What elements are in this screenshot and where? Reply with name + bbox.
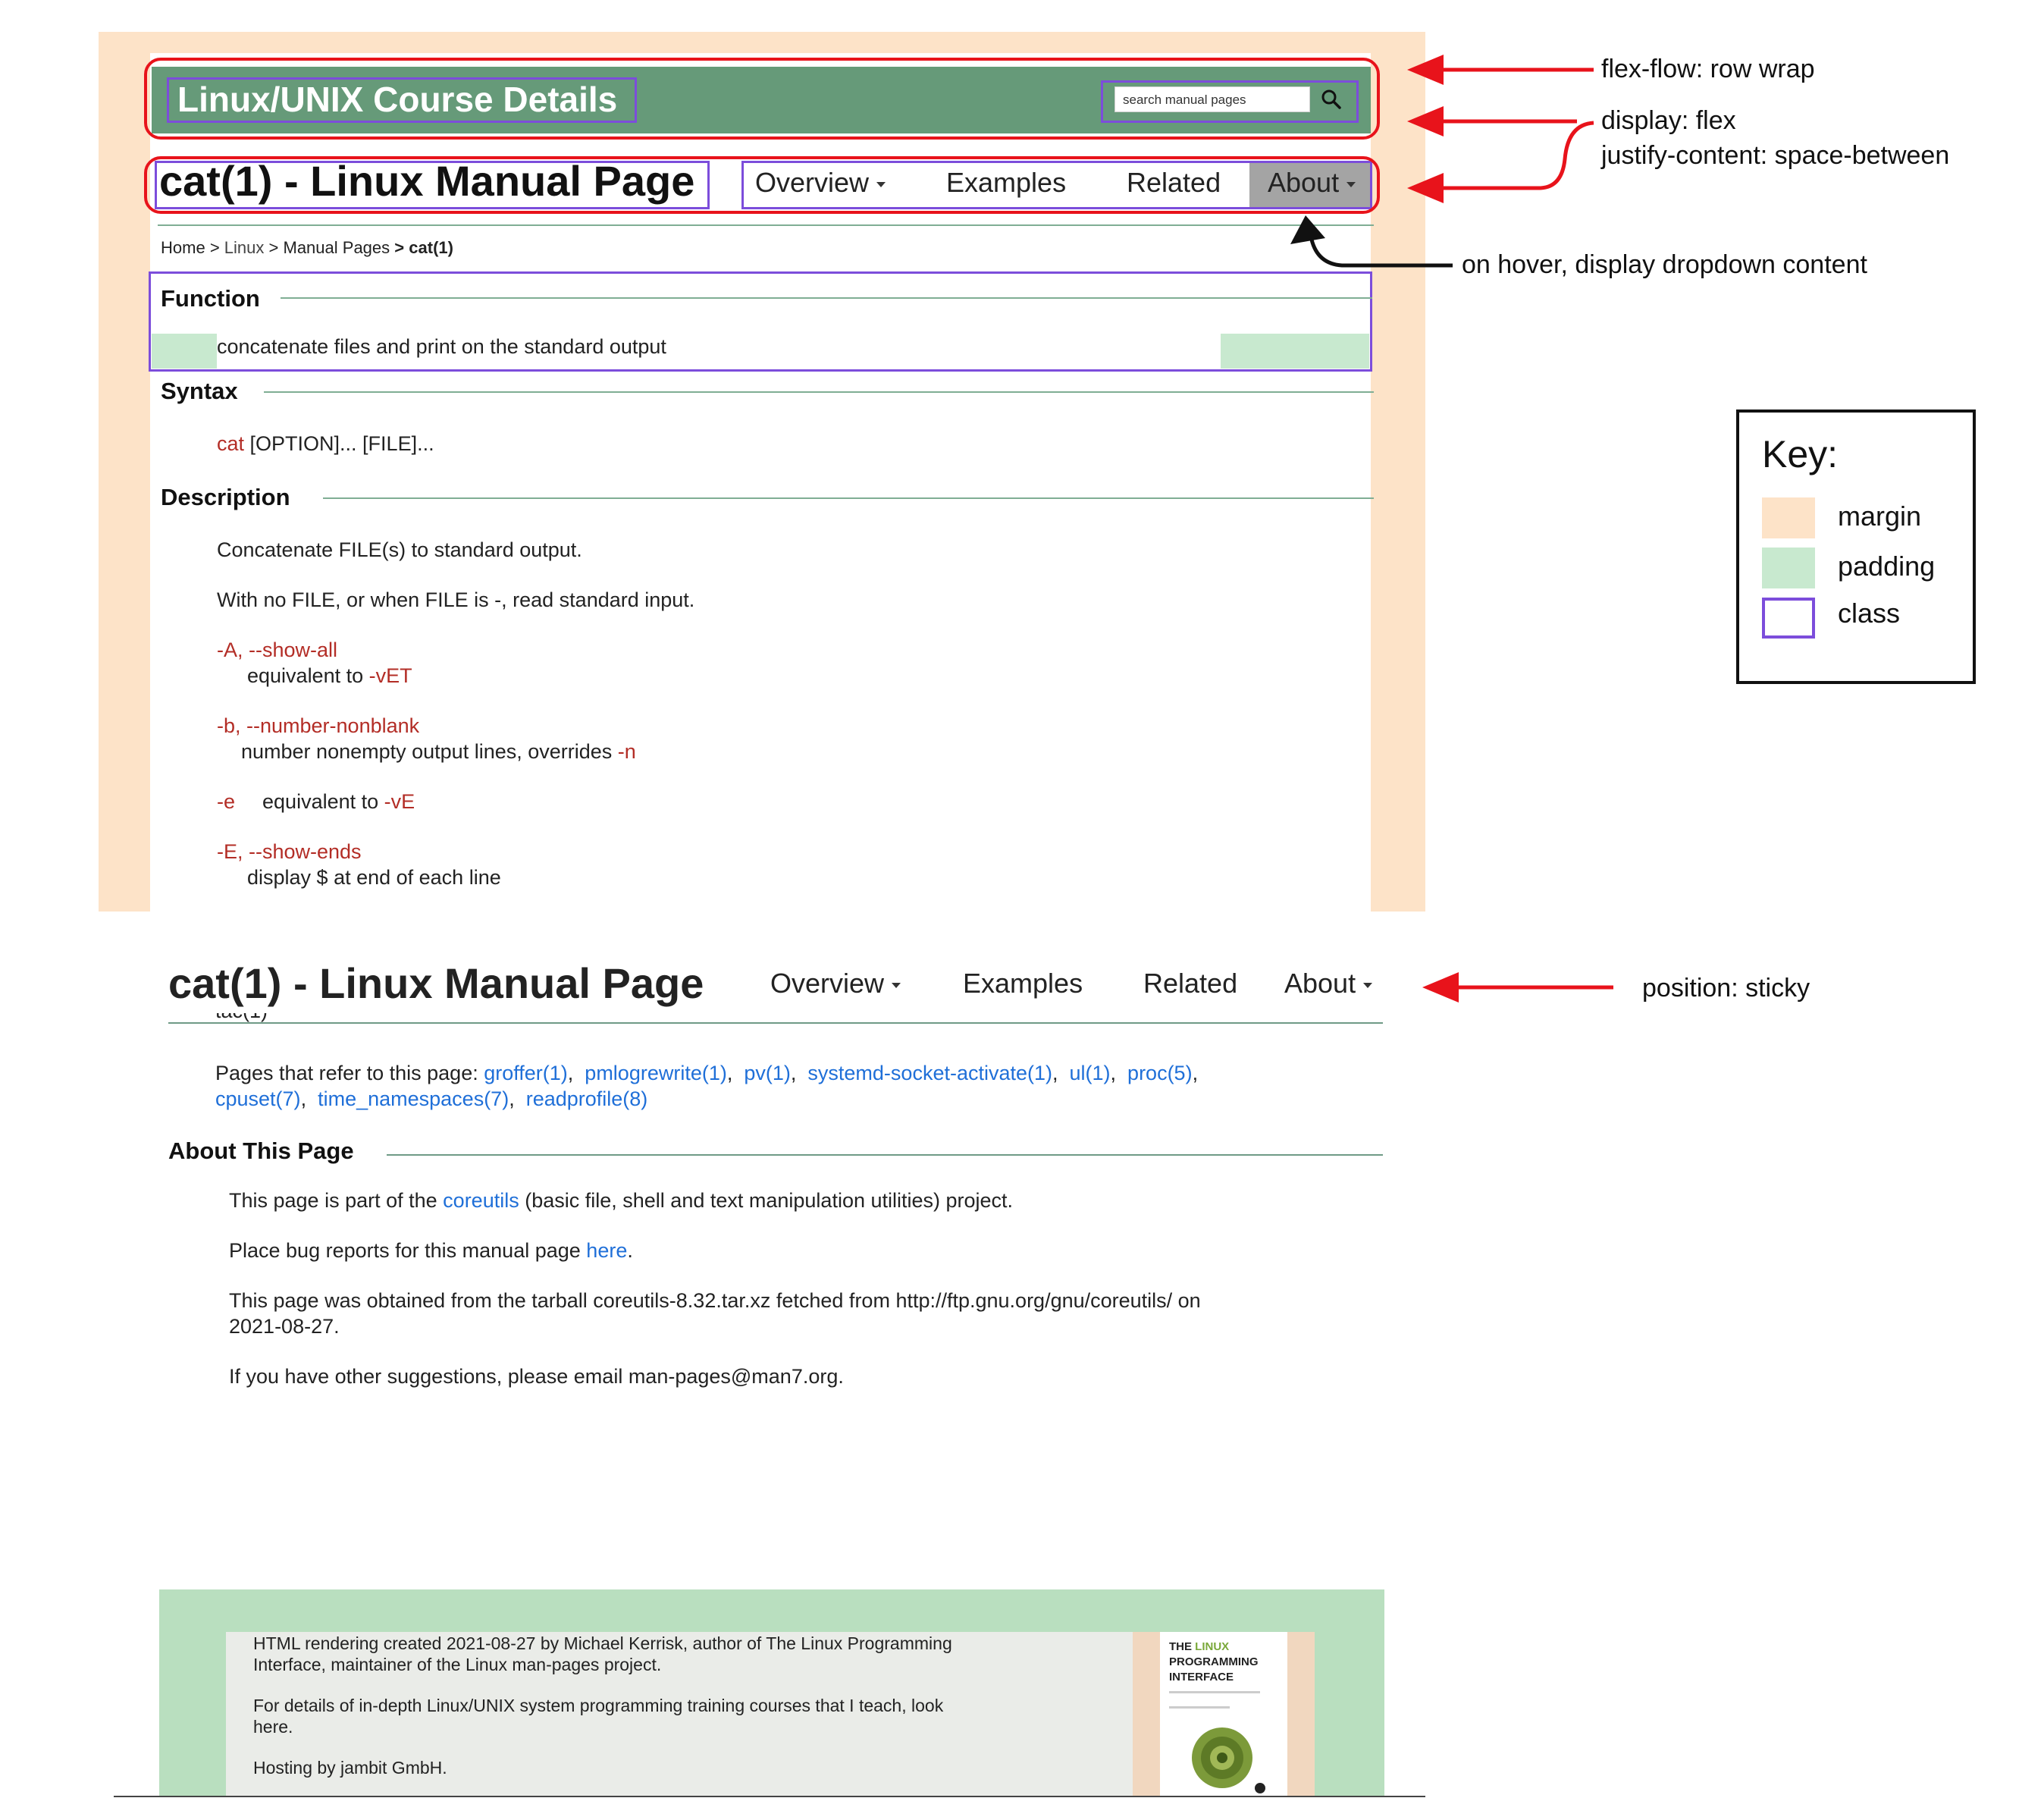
bug-report-link[interactable]: here [586,1239,627,1262]
divider [168,1022,1383,1024]
refer-label: Pages that refer to this page: [215,1062,478,1084]
annotation-justify-content: justify-content: space-between [1601,141,1950,170]
footer-margin-right [1287,1632,1315,1796]
footer-text: here. [253,1717,293,1737]
legend-swatch-padding [1762,548,1815,588]
footer-text: Hosting by jambit GmbH. [253,1758,447,1778]
sticky-nav-about[interactable]: About [1284,968,1373,999]
divider [387,1154,1383,1156]
arrow-head [1407,55,1444,85]
refer-line-1: Pages that refer to this page: groffer(1… [215,1062,1199,1084]
arrow-head [1407,106,1444,136]
fern-illustration [1192,1727,1265,1793]
book-title: INTERFACE [1169,1671,1234,1684]
sticky-nav-related[interactable]: Related [1143,968,1237,999]
chevron-down-icon [1363,982,1373,988]
footer-text: For details of in-depth Linux/UNIX syste… [253,1696,944,1715]
refer-link[interactable]: ul(1) [1070,1062,1111,1084]
book-title: PROGRAMMING [1169,1655,1259,1668]
refer-link[interactable]: proc(5) [1127,1062,1193,1084]
about-paragraph: This page is part of the coreutils (basi… [229,1189,1014,1212]
refer-link[interactable]: pmlogrewrite(1) [585,1062,727,1084]
footer-text: Interface, maintainer of the Linux man-p… [253,1655,662,1674]
annotation-flex-flow: flex-flow: row wrap [1601,55,1815,83]
annotation-hover: on hover, display dropdown content [1462,250,1867,279]
about-paragraph: 2021-08-27. [229,1315,340,1338]
footer-margin-left [1133,1632,1160,1796]
refer-line-2: cpuset(7), time_namespaces(7), readprofi… [215,1087,648,1110]
book-title: THE [1169,1640,1192,1653]
annotation-display-flex: display: flex [1601,106,1736,135]
legend-label-padding: padding [1838,551,1936,582]
about-heading: About This Page [168,1138,354,1164]
book-cover-image[interactable]: THE LINUX PROGRAMMING INTERFACE [1160,1632,1287,1796]
refer-link[interactable]: pv(1) [744,1062,791,1084]
refer-link[interactable]: cpuset(7) [215,1087,301,1110]
refer-link[interactable]: time_namespaces(7) [318,1087,509,1110]
footer-text: HTML rendering created 2021-08-27 by Mic… [253,1633,952,1653]
refer-link[interactable]: systemd-socket-activate(1) [807,1062,1052,1084]
refer-link[interactable]: groffer(1) [484,1062,568,1084]
sticky-nav-examples[interactable]: Examples [963,968,1083,999]
about-paragraph: This page was obtained from the tarball … [229,1289,1201,1312]
book-title: LINUX [1195,1640,1230,1653]
chevron-down-icon [892,982,901,988]
sticky-nav-overview[interactable]: Overview [770,968,901,999]
legend-label-margin: margin [1838,500,1922,532]
legend-swatch-margin [1762,497,1815,538]
arrow-head [1422,972,1459,1003]
refer-link[interactable]: readprofile(8) [526,1087,648,1110]
about-paragraph: Place bug reports for this manual page h… [229,1239,633,1262]
annotation-sticky: position: sticky [1642,974,1810,1003]
coreutils-link[interactable]: coreutils [443,1189,519,1212]
arrow-head [1407,173,1444,203]
sticky-manpage-title: cat(1) - Linux Manual Page [168,959,704,1007]
about-paragraph: If you have other suggestions, please em… [229,1365,844,1388]
footer-divider [114,1796,1425,1797]
legend-swatch-class [1762,598,1815,639]
legend-title: Key: [1762,433,1839,475]
legend-label-class: class [1838,598,1901,629]
